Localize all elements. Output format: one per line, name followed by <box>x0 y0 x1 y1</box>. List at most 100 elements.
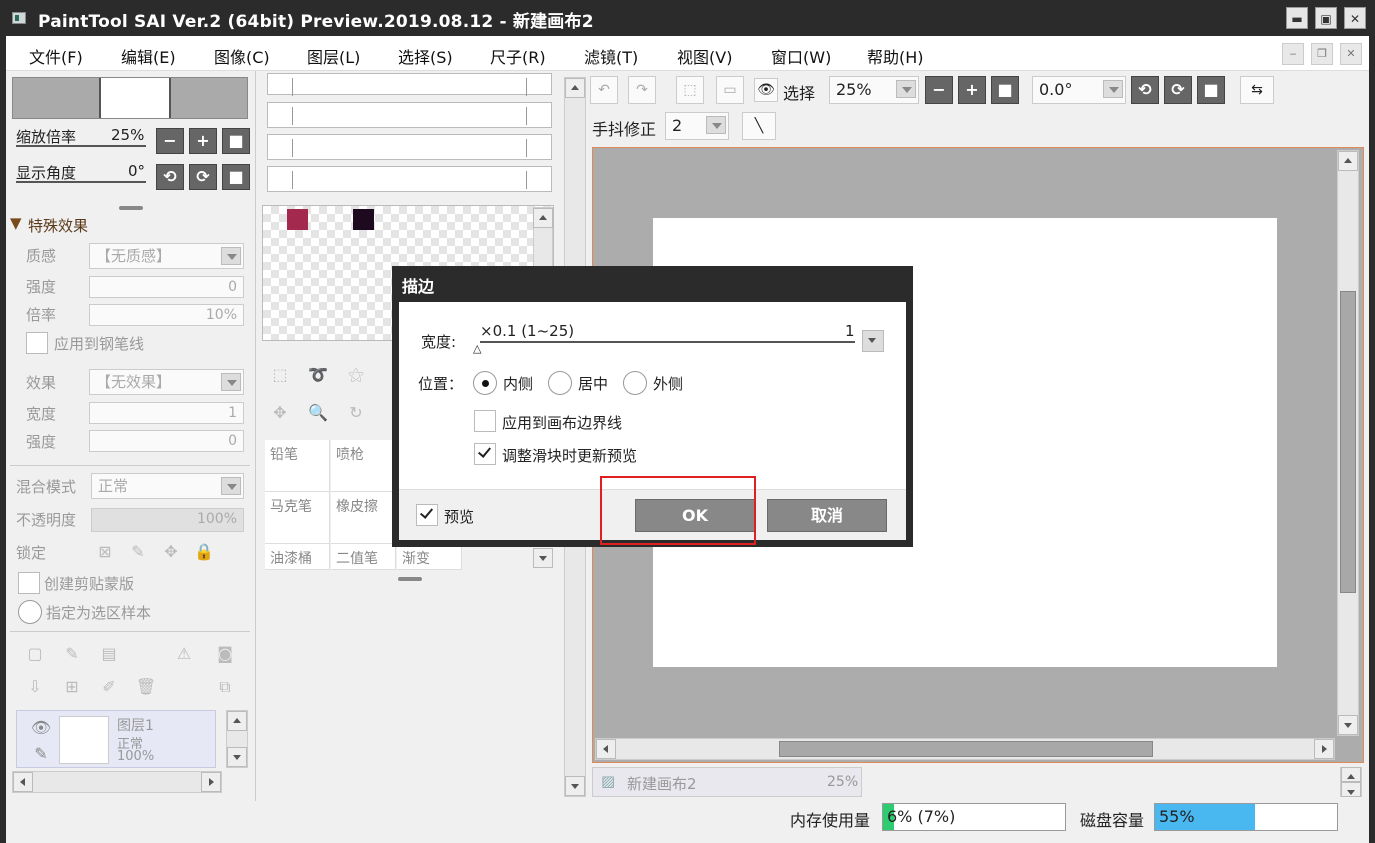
new-layer-icon[interactable]: ▢ <box>21 641 49 667</box>
delete-layer-icon[interactable]: 🗑 <box>132 674 160 700</box>
doc-restore-button[interactable]: ❐ <box>1311 43 1333 65</box>
apply-border-checkbox[interactable] <box>474 410 496 432</box>
effects-header[interactable]: 特殊效果 <box>28 215 88 236</box>
doc-close-button[interactable]: ✕ <box>1340 43 1362 65</box>
zoom-in-button[interactable]: + <box>189 128 217 154</box>
canvas-hscrollbar[interactable] <box>595 738 1335 760</box>
deselect-button[interactable]: ⬚ <box>676 76 704 104</box>
layer-mask-icon[interactable]: ⚠ <box>170 641 198 667</box>
canvas-angle-dropdown[interactable]: 0.0° <box>1032 76 1126 104</box>
canvas-zoom-dropdown[interactable]: 25% <box>829 76 919 104</box>
duplicate-layer-icon[interactable]: ⊞ <box>58 674 86 700</box>
live-preview-checkbox[interactable] <box>474 443 496 465</box>
apply-mask-icon[interactable]: ◙ <box>211 641 239 667</box>
select-source-toggle[interactable] <box>18 600 42 624</box>
menu-window[interactable]: 窗口(W) <box>771 44 831 68</box>
rotate-cw-button[interactable]: ⟳ <box>189 164 217 190</box>
lock-move-icon[interactable]: ✥ <box>157 539 185 565</box>
canvas-zoom-reset-button[interactable]: ■ <box>991 76 1019 104</box>
effects-collapse-icon[interactable]: ▼ <box>10 214 22 232</box>
texture-dropdown[interactable]: 【无质感】 <box>89 243 244 269</box>
panel-splitter[interactable] <box>398 577 422 581</box>
redo-button[interactable]: ↷ <box>628 76 656 104</box>
line-tool-button[interactable]: ╲ <box>742 112 776 140</box>
brush-slot[interactable] <box>267 134 552 160</box>
menu-filter[interactable]: 滤镜(T) <box>584 44 638 68</box>
canvas-zoom-in-button[interactable]: + <box>958 76 986 104</box>
scroll-right-button[interactable] <box>1314 739 1334 759</box>
invert-select-button[interactable]: ▭ <box>716 76 744 104</box>
preview-checkbox[interactable] <box>416 504 438 526</box>
zoom-tool-icon[interactable]: 🔍 <box>304 400 332 426</box>
lasso-icon[interactable]: ➰ <box>304 362 332 388</box>
magic-wand-icon[interactable]: ⚝ <box>342 362 370 388</box>
menu-edit[interactable]: 编辑(E) <box>121 44 176 68</box>
tab-scrollbar[interactable] <box>1340 767 1362 797</box>
menu-layer[interactable]: 图层(L) <box>307 44 360 68</box>
eye-icon[interactable]: 👁 <box>27 715 55 741</box>
new-pen-layer-icon[interactable]: ✎ <box>58 641 86 667</box>
brush-slot[interactable] <box>267 73 552 96</box>
move-icon[interactable]: ✥ <box>266 400 294 426</box>
zoom-slider[interactable] <box>16 145 146 147</box>
scroll-down-button[interactable] <box>227 747 247 767</box>
navigator-preview[interactable] <box>12 77 248 119</box>
stroke-width-dropdown[interactable] <box>862 330 884 352</box>
brush-slot[interactable] <box>267 102 552 128</box>
brush-pencil[interactable]: 铅笔 <box>265 440 330 492</box>
brush-bucket[interactable]: 油漆桶 <box>265 544 330 570</box>
clip-mask-checkbox[interactable] <box>18 572 40 594</box>
merge-down-icon[interactable]: ⇩ <box>21 674 49 700</box>
eye-icon[interactable]: 👁 <box>754 78 778 102</box>
scroll-down-button[interactable] <box>1338 715 1358 735</box>
minimize-button[interactable]: ▬ <box>1286 7 1308 29</box>
layer-row[interactable]: 👁 ✎ 图层1 正常 100% <box>16 710 216 768</box>
scroll-up-button[interactable] <box>565 78 585 98</box>
strength-input[interactable]: 0 <box>89 276 244 298</box>
lock-transparency-icon[interactable]: ⊠ <box>91 539 119 565</box>
angle-slider[interactable] <box>16 181 146 183</box>
flip-horizontal-button[interactable]: ⇆ <box>1240 76 1274 104</box>
brush-binary[interactable]: 二值笔 <box>331 544 396 570</box>
menu-image[interactable]: 图像(C) <box>214 44 270 68</box>
canvas-hscroll-thumb[interactable] <box>779 741 1153 757</box>
brush-eraser[interactable]: 橡皮擦 <box>331 492 396 544</box>
brush-scroll-down-button[interactable] <box>533 548 553 568</box>
menu-help[interactable]: 帮助(H) <box>867 44 924 68</box>
rotate-reset-button[interactable]: ■ <box>222 164 250 190</box>
close-button[interactable]: ✕ <box>1344 7 1366 29</box>
canvas-zoom-out-button[interactable]: − <box>925 76 953 104</box>
opacity-slider[interactable]: 100% <box>91 508 244 532</box>
brush-marker[interactable]: 马克笔 <box>265 492 330 544</box>
effect-dropdown[interactable]: 【无效果】 <box>89 369 244 395</box>
scroll-down-button[interactable] <box>565 776 585 796</box>
menu-ruler[interactable]: 尺子(R) <box>490 44 546 68</box>
layer-list-hscrollbar[interactable] <box>12 771 222 793</box>
position-outer-radio[interactable] <box>623 371 647 395</box>
rotate-tool-icon[interactable]: ↻ <box>342 400 370 426</box>
slider-handle-icon[interactable]: △ <box>473 342 481 355</box>
scroll-up-button[interactable] <box>533 208 553 228</box>
scroll-up-button[interactable] <box>1338 151 1358 171</box>
canvas-rotate-ccw-button[interactable]: ⟲ <box>1131 76 1159 104</box>
position-inner-radio[interactable] <box>473 371 497 395</box>
merge-visible-icon[interactable]: ⧉ <box>211 674 239 700</box>
maximize-button[interactable]: ▣ <box>1315 7 1337 29</box>
document-tab[interactable]: ▨ 新建画布2 25% <box>592 767 862 797</box>
canvas-rotate-reset-button[interactable]: ■ <box>1197 76 1225 104</box>
canvas-rotate-cw-button[interactable]: ⟳ <box>1164 76 1192 104</box>
scroll-up-button[interactable] <box>227 711 247 731</box>
brush-airbrush[interactable]: 喷枪 <box>331 440 396 492</box>
canvas-vscroll-thumb[interactable] <box>1340 291 1356 593</box>
scroll-left-button[interactable] <box>13 772 33 792</box>
swatch-color-b[interactable] <box>353 209 374 230</box>
panel-splitter[interactable] <box>119 206 143 210</box>
rotate-ccw-button[interactable]: ⟲ <box>156 164 184 190</box>
zoom-out-button[interactable]: − <box>156 128 184 154</box>
scroll-right-button[interactable] <box>201 772 221 792</box>
undo-button[interactable]: ↶ <box>590 76 618 104</box>
effect-width-input[interactable]: 1 <box>89 402 244 424</box>
lock-all-icon[interactable]: 🔒 <box>190 539 218 565</box>
canvas-vscrollbar[interactable] <box>1337 150 1359 736</box>
menu-select[interactable]: 选择(S) <box>398 44 453 68</box>
